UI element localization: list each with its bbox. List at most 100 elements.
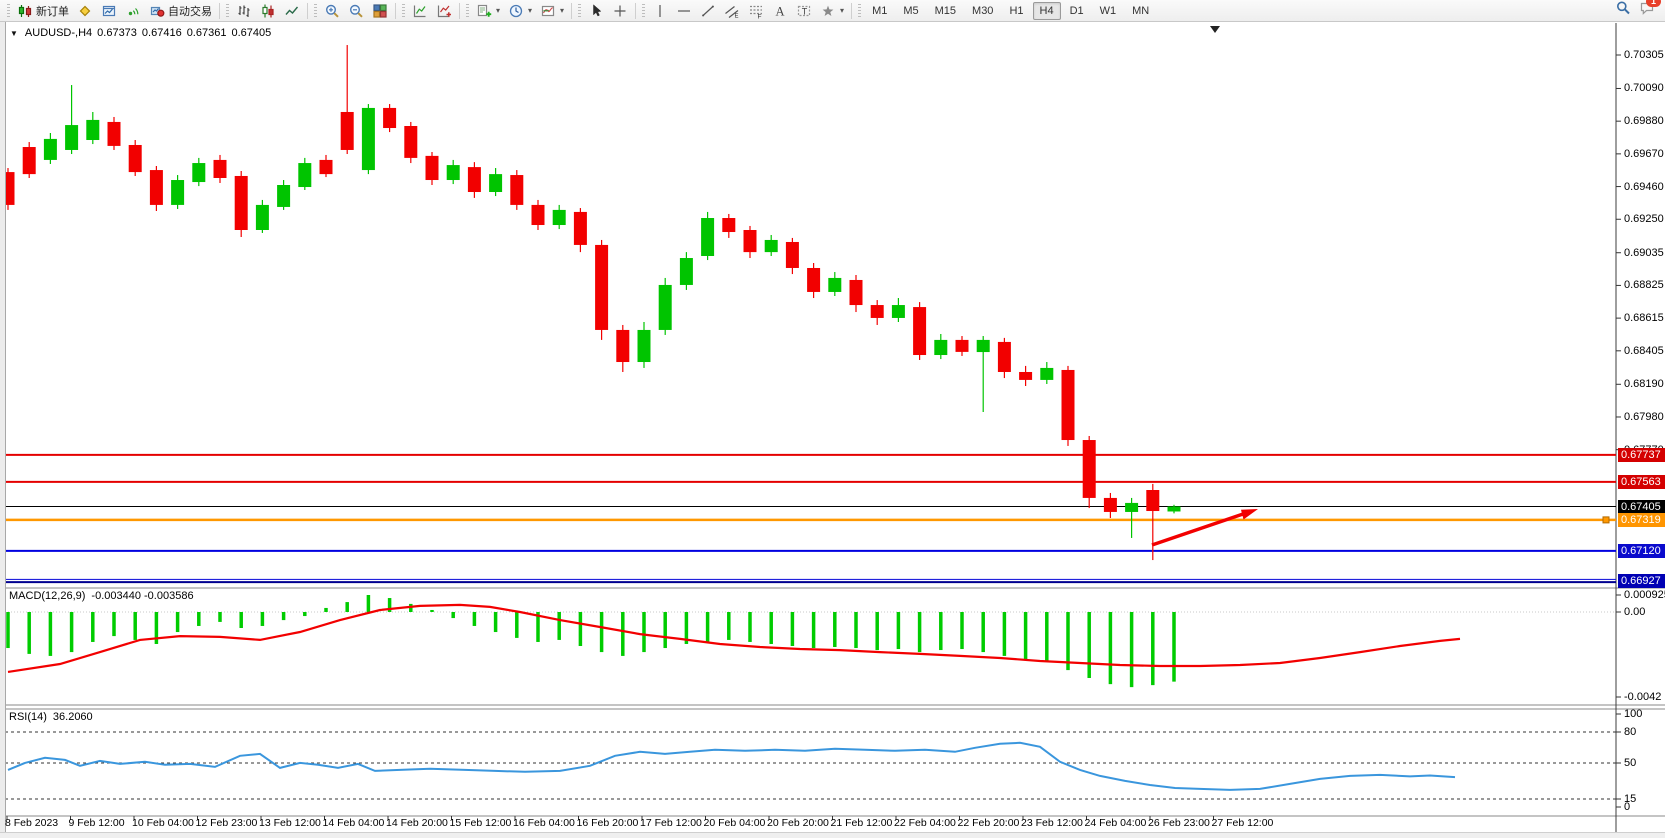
chat-button[interactable]: 1	[1639, 0, 1655, 21]
toolbar-grip	[402, 4, 405, 18]
template-button[interactable]: ▾	[536, 2, 568, 20]
price-axis-tick-label: 0.68190	[1624, 378, 1664, 390]
horizontal-price-lines[interactable]	[5, 455, 1616, 582]
label-icon: T	[796, 3, 812, 19]
candlestick-mode-button[interactable]	[256, 2, 280, 20]
auto-trading-button[interactable]: 自动交易	[145, 2, 216, 20]
price-axis-tick-label: 0.68615	[1624, 312, 1664, 324]
price-axis-tick-label: 0.68405	[1624, 345, 1664, 357]
window-left-edge	[0, 22, 6, 838]
toolbar: 新订单 自动交易 ▾ ▾ ▾ EFAT ▾ M1M5M15M30H1H4D1W1MN 1	[0, 0, 1665, 22]
signals-button[interactable]	[121, 2, 145, 20]
ohlc-close: 0.67405	[231, 27, 271, 39]
dropdown-caret-icon[interactable]: ▾	[528, 6, 532, 15]
toolbar-grip	[314, 4, 317, 18]
trendline-icon	[700, 3, 716, 19]
date-axis-label: 24 Feb 04:00	[1085, 817, 1147, 829]
svg-text:A: A	[776, 4, 785, 18]
autotrade-icon	[149, 3, 165, 19]
trend-arrow-object[interactable]	[1152, 509, 1258, 545]
fibonacci-tool-button[interactable]: F	[744, 2, 768, 20]
cursor-tool-button[interactable]	[584, 2, 608, 20]
toolbar-separator	[459, 3, 460, 19]
price-line-badge: 0.67319	[1618, 513, 1665, 527]
gold-icon	[77, 3, 93, 19]
date-axis-label: 20 Feb 20:00	[767, 817, 829, 829]
one-click-trading-caret[interactable]: ▼	[10, 29, 18, 38]
mt4-terminal-window: ▼ AUDUSD-,H4 0.67373 0.67416 0.67361 0.6…	[0, 0, 1665, 838]
indicator-list-icon	[412, 3, 428, 19]
timeframe-h1-button[interactable]: H1	[1002, 2, 1030, 20]
crosshair-tool-button[interactable]	[608, 2, 632, 20]
timeframe-m15-button[interactable]: M15	[928, 2, 963, 20]
charts-window-icon	[101, 3, 117, 19]
timeframe-w1-button[interactable]: W1	[1093, 2, 1124, 20]
tile-windows-icon	[372, 3, 388, 19]
date-axis-label: 14 Feb 04:00	[323, 817, 385, 829]
charts-window-button[interactable]	[97, 2, 121, 20]
zoom-in-button[interactable]	[320, 2, 344, 20]
timeframe-m30-button[interactable]: M30	[965, 2, 1000, 20]
date-axis-label: 21 Feb 12:00	[831, 817, 893, 829]
add-indicator-button[interactable]: ▾	[472, 2, 504, 20]
svg-text:E: E	[735, 13, 739, 19]
zoom-out-icon	[348, 3, 364, 19]
zoom-out-button[interactable]	[344, 2, 368, 20]
date-axis-label: 17 Feb 12:00	[640, 817, 702, 829]
vline-icon	[652, 3, 668, 19]
add-indicator-icon	[476, 3, 492, 19]
macd-axis-tick-label: 0.00	[1624, 606, 1645, 618]
period-clock-icon	[508, 3, 524, 19]
timeframe-d1-button[interactable]: D1	[1063, 2, 1091, 20]
zoom-in-icon	[324, 3, 340, 19]
price-axis-tick-label: 0.69880	[1624, 115, 1664, 127]
date-axis-label: 13 Feb 12:00	[259, 817, 321, 829]
timeframe-m5-button[interactable]: M5	[896, 2, 925, 20]
orange-line-handle	[1603, 517, 1609, 523]
dropdown-caret-icon[interactable]: ▾	[560, 6, 564, 15]
trendline-tool-button[interactable]	[696, 2, 720, 20]
text-icon: A	[772, 3, 788, 19]
search-button[interactable]	[1615, 0, 1631, 21]
dropdown-caret-icon[interactable]: ▾	[840, 6, 844, 15]
timeframe-mn-button[interactable]: MN	[1125, 2, 1156, 20]
line-chart-icon	[284, 3, 300, 19]
vertical-line-tool-button[interactable]	[648, 2, 672, 20]
rsi-pane	[5, 732, 1616, 799]
timeframe-m1-button[interactable]: M1	[865, 2, 894, 20]
tile-windows-button[interactable]	[368, 2, 392, 20]
price-line-badge: 0.67737	[1618, 448, 1665, 462]
arrows-tool-button[interactable]: ▾	[816, 2, 848, 20]
dropdown-caret-icon[interactable]: ▾	[496, 6, 500, 15]
chart-shift-marker[interactable]	[1210, 26, 1220, 33]
price-line-badge: 0.66927	[1618, 574, 1665, 588]
bar-chart-mode-button[interactable]	[232, 2, 256, 20]
chart-symbol-period: AUDUSD-,H4	[25, 27, 92, 39]
toolbar-grip	[578, 4, 581, 18]
toolbar-grip	[226, 4, 229, 18]
gold-chart-button[interactable]	[73, 2, 97, 20]
toolbar-grip	[642, 4, 645, 18]
timeframe-h4-button[interactable]: H4	[1033, 2, 1061, 20]
indicator-add-icon	[436, 3, 452, 19]
date-axis-label: 16 Feb 20:00	[577, 817, 639, 829]
date-axis-label: 9 Feb 12:00	[69, 817, 125, 829]
auto-arrange-button[interactable]	[408, 2, 432, 20]
rsi-line	[8, 743, 1455, 790]
periods-button[interactable]: ▾	[504, 2, 536, 20]
line-chart-mode-button[interactable]	[280, 2, 304, 20]
price-axis-tick-label: 0.69250	[1624, 213, 1664, 225]
date-axis-label: 12 Feb 23:00	[196, 817, 258, 829]
date-axis-label: 8 Feb 2023	[5, 817, 58, 829]
date-axis-label: 16 Feb 04:00	[513, 817, 575, 829]
text-label-tool-button[interactable]: T	[792, 2, 816, 20]
equidistant-channel-tool-button[interactable]: E	[720, 2, 744, 20]
signal-icon	[125, 3, 141, 19]
text-tool-button[interactable]: A	[768, 2, 792, 20]
horizontal-line-tool-button[interactable]	[672, 2, 696, 20]
chart-shift-button[interactable]	[432, 2, 456, 20]
rsi-axis-tick-label: 100	[1624, 708, 1642, 720]
date-axis-label: 15 Feb 12:00	[450, 817, 512, 829]
chart-plot-area[interactable]	[0, 0, 1665, 838]
new-order-button[interactable]: 新订单	[13, 2, 73, 20]
